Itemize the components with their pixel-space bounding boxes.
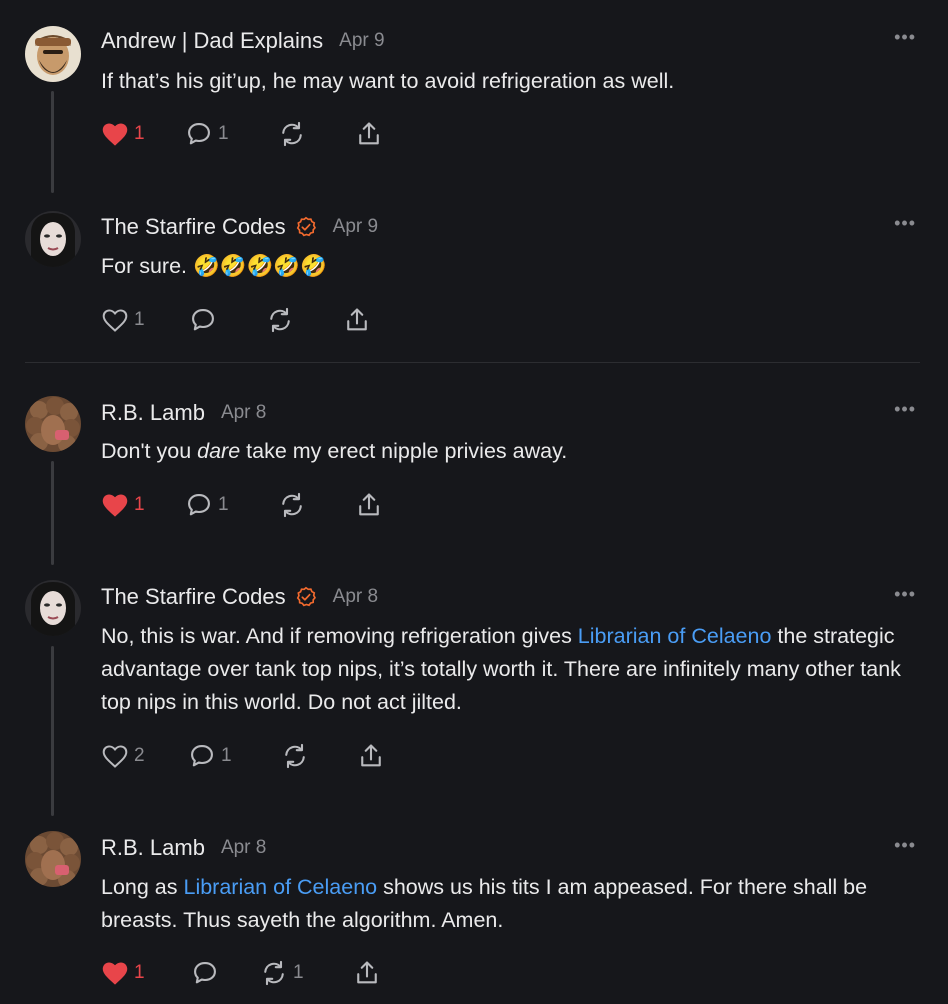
comment-header: R.B. Lamb Apr 8 bbox=[101, 833, 266, 863]
comment-header: The Starfire Codes Apr 8 bbox=[101, 582, 378, 612]
share-button[interactable] bbox=[353, 959, 381, 987]
share-icon bbox=[359, 122, 379, 145]
restack-button[interactable] bbox=[266, 306, 294, 334]
more-options-icon[interactable]: ••• bbox=[894, 584, 916, 605]
reply-button[interactable] bbox=[191, 959, 219, 987]
comment-header: The Starfire Codes Apr 9 bbox=[101, 212, 378, 242]
like-button[interactable]: 1 bbox=[101, 492, 145, 518]
text-segment: No, this is war. And if removing refrige… bbox=[101, 624, 578, 648]
restack-icon bbox=[270, 307, 290, 333]
reply-count: 1 bbox=[221, 745, 232, 766]
comment-date[interactable]: Apr 8 bbox=[221, 837, 266, 859]
share-icon bbox=[347, 308, 367, 331]
share-button[interactable] bbox=[343, 306, 371, 334]
comment-bubble-icon bbox=[194, 962, 216, 984]
restack-button[interactable]: 1 bbox=[260, 959, 304, 987]
like-button[interactable]: 2 bbox=[101, 743, 145, 769]
reply-button[interactable] bbox=[189, 306, 217, 334]
share-icon bbox=[359, 493, 379, 516]
avatar-starfire[interactable] bbox=[25, 580, 81, 636]
comment-text: For sure. 🤣🤣🤣🤣🤣 bbox=[101, 254, 327, 278]
thread-line bbox=[51, 646, 54, 816]
mention-link[interactable]: Librarian of Celaeno bbox=[578, 624, 772, 648]
comment-text: If that’s his git’up, he may want to avo… bbox=[101, 69, 675, 93]
thread-line bbox=[51, 461, 54, 565]
reply-button[interactable]: 1 bbox=[185, 491, 229, 519]
like-count: 1 bbox=[134, 123, 145, 144]
text-emphasis: dare bbox=[197, 439, 241, 463]
verified-badge-icon bbox=[295, 586, 317, 608]
restack-button[interactable] bbox=[278, 491, 306, 519]
comment-bubble-icon bbox=[188, 123, 210, 145]
share-icon bbox=[357, 961, 377, 984]
share-button[interactable] bbox=[355, 120, 383, 148]
share-button[interactable] bbox=[357, 742, 385, 770]
like-button[interactable]: 1 bbox=[101, 307, 145, 333]
author-name[interactable]: R.B. Lamb bbox=[101, 835, 205, 861]
avatar-andrew[interactable] bbox=[25, 26, 81, 82]
like-button[interactable]: 1 bbox=[101, 121, 145, 147]
heart-filled-icon bbox=[102, 962, 128, 985]
heart-filled-icon bbox=[102, 123, 128, 146]
comment-date[interactable]: Apr 8 bbox=[221, 402, 266, 424]
author-name[interactable]: Andrew | Dad Explains bbox=[101, 28, 323, 54]
text-segment: take my erect nipple privies away. bbox=[240, 439, 568, 463]
comment-header: R.B. Lamb Apr 8 bbox=[101, 398, 266, 428]
comment-bubble-icon bbox=[188, 494, 210, 516]
restack-icon bbox=[264, 960, 284, 986]
text-segment: Long as bbox=[101, 875, 184, 899]
share-button[interactable] bbox=[355, 491, 383, 519]
comment-text: Long as Librarian of Celaeno shows us hi… bbox=[101, 871, 921, 937]
like-button[interactable]: 1 bbox=[101, 960, 145, 986]
comment-date[interactable]: Apr 9 bbox=[339, 30, 384, 52]
author-name[interactable]: R.B. Lamb bbox=[101, 400, 205, 426]
restack-button[interactable] bbox=[281, 742, 309, 770]
heart-filled-icon bbox=[102, 494, 128, 517]
more-options-icon[interactable]: ••• bbox=[894, 213, 916, 234]
comment-bubble-icon bbox=[191, 745, 213, 767]
reply-button[interactable]: 1 bbox=[188, 742, 232, 770]
mention-link[interactable]: Librarian of Celaeno bbox=[183, 875, 377, 899]
restack-icon bbox=[282, 492, 302, 518]
comment-date[interactable]: Apr 9 bbox=[333, 216, 378, 238]
author-name[interactable]: The Starfire Codes bbox=[101, 214, 286, 240]
text-segment: Don't you bbox=[101, 439, 198, 463]
avatar-rb-lamb[interactable] bbox=[25, 831, 81, 887]
like-count: 1 bbox=[134, 962, 145, 983]
avatar-starfire[interactable] bbox=[25, 211, 81, 267]
like-count: 1 bbox=[134, 309, 145, 330]
verified-badge-icon bbox=[295, 216, 317, 238]
share-icon bbox=[361, 744, 381, 767]
comment-text: Don't you dare take my erect nipple priv… bbox=[101, 435, 921, 468]
comment-text: No, this is war. And if removing refrige… bbox=[101, 620, 921, 719]
restack-icon bbox=[282, 121, 302, 147]
comment-date[interactable]: Apr 8 bbox=[333, 586, 378, 608]
reply-count: 1 bbox=[218, 123, 229, 144]
comment-bubble-icon bbox=[192, 309, 214, 331]
restack-button[interactable] bbox=[278, 120, 311, 148]
more-options-icon[interactable]: ••• bbox=[894, 835, 916, 856]
avatar-rb-lamb[interactable] bbox=[25, 396, 81, 452]
thread-line bbox=[51, 91, 54, 193]
thread-divider bbox=[25, 362, 920, 363]
heart-outline-icon bbox=[102, 309, 128, 332]
reply-button[interactable]: 1 bbox=[185, 120, 229, 148]
restack-icon bbox=[285, 743, 305, 769]
like-count: 1 bbox=[134, 494, 145, 515]
heart-outline-icon bbox=[102, 745, 128, 768]
restack-count: 1 bbox=[293, 962, 304, 983]
comment-header: Andrew | Dad Explains Apr 9 bbox=[101, 26, 385, 56]
more-options-icon[interactable]: ••• bbox=[894, 399, 916, 420]
like-count: 2 bbox=[134, 745, 145, 766]
author-name[interactable]: The Starfire Codes bbox=[101, 584, 286, 610]
more-options-icon[interactable]: ••• bbox=[894, 27, 916, 48]
reply-count: 1 bbox=[218, 494, 229, 515]
